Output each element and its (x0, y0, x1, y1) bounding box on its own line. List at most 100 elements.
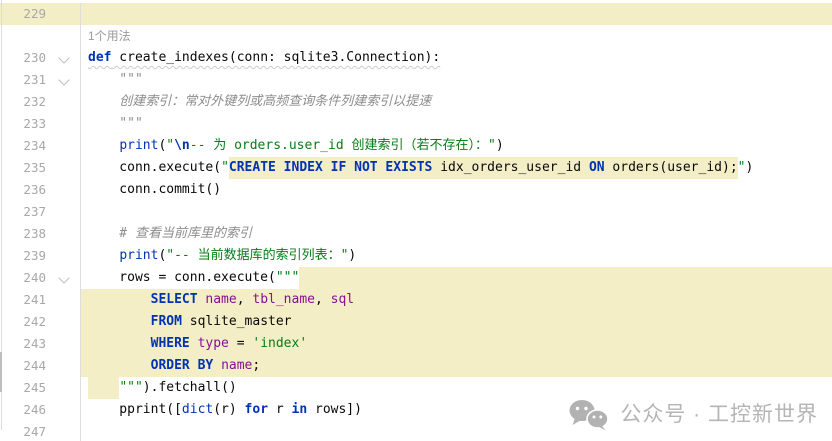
code-line: 239 print("-- 当前数据库的索引列表：") (0, 245, 832, 267)
code-line: 233 """ (0, 113, 832, 135)
code-token: ( (158, 135, 166, 157)
line-number[interactable]: 239 (0, 245, 46, 267)
code-line: 232 创建索引：常对外键列或高频查询条件列建索引以提速 (0, 91, 832, 113)
line-number[interactable]: 240 (0, 267, 46, 289)
code-content[interactable] (80, 201, 832, 223)
fold-column (46, 135, 80, 157)
code-token: SELECT (88, 289, 198, 311)
code-token: orders(user_id); (605, 157, 738, 179)
code-token: WHERE (88, 333, 190, 355)
line-number[interactable]: 235 (0, 157, 46, 179)
fold-chevron-icon[interactable] (58, 52, 69, 63)
code-token (213, 355, 221, 377)
code-token: """ (88, 113, 143, 135)
line-number[interactable]: 242 (0, 311, 46, 333)
code-token: ( (158, 245, 166, 267)
code-token: (r) (213, 399, 244, 421)
usages-inlay-hint[interactable]: 1个用法 (88, 25, 131, 47)
code-content[interactable]: conn.commit() (80, 179, 832, 201)
code-content[interactable]: print("\n-- 为 orders.user_id 创建索引（若不存在）：… (80, 135, 832, 157)
line-number[interactable]: 244 (0, 355, 46, 377)
fold-column[interactable] (46, 69, 80, 91)
code-line: 240 rows = conn.execute(""" (0, 267, 832, 289)
code-token: pprint([ (88, 399, 182, 421)
code-token: name (221, 355, 252, 377)
code-content[interactable]: """ (80, 69, 832, 91)
code-token: -- 为 orders.user_id 创建索引（若不存在）：" (190, 135, 496, 157)
code-line: 231 """ (0, 69, 832, 91)
code-token: FROM (88, 311, 182, 333)
code-content[interactable]: 1个用法 (80, 25, 832, 47)
code-content[interactable]: FROM sqlite_master (80, 311, 832, 333)
code-token: type (198, 333, 229, 355)
fold-column (46, 3, 80, 25)
line-number[interactable]: 229 (0, 3, 46, 25)
code-content[interactable]: WHERE type = 'index' (80, 333, 832, 355)
code-token: = (229, 333, 252, 355)
code-content[interactable]: print("-- 当前数据库的索引列表：") (80, 245, 832, 267)
code-line: 242 FROM sqlite_master (0, 311, 832, 333)
code-content[interactable]: conn.execute("CREATE INDEX IF NOT EXISTS… (80, 157, 832, 179)
code-token: sqlite_master (182, 311, 292, 333)
code-token: conn.commit() (88, 179, 221, 201)
code-content[interactable]: 创建索引：常对外键列或高频查询条件列建索引以提速 (80, 91, 832, 113)
code-editor: 229 1个用法 230 def create_indexes(conn: sqlit… (0, 0, 832, 441)
code-token: sql (331, 289, 354, 311)
code-token: tbl_name (252, 289, 315, 311)
code-token: ).fetchall() (143, 377, 237, 399)
line-number[interactable]: 234 (0, 135, 46, 157)
code-content[interactable]: # 查看当前库里的索引 (80, 223, 832, 245)
fold-chevron-icon[interactable] (58, 272, 69, 283)
code-line: 237 (0, 201, 832, 223)
code-token: ) (496, 135, 504, 157)
line-number[interactable]: 236 (0, 179, 46, 201)
fold-column (46, 377, 80, 399)
injected-sql-highlight (299, 267, 832, 289)
line-number[interactable]: 233 (0, 113, 46, 135)
code-token: " (221, 157, 229, 179)
code-token: , (315, 289, 331, 311)
code-token: ON (589, 157, 605, 179)
fold-column (46, 91, 80, 113)
code-content[interactable]: ORDER BY name; (80, 355, 832, 377)
line-number (0, 25, 46, 47)
fold-column (46, 289, 80, 311)
code-content[interactable]: rows = conn.execute(""" (80, 267, 832, 289)
line-number[interactable]: 238 (0, 223, 46, 245)
code-token (88, 135, 119, 157)
code-token: name (205, 289, 236, 311)
code-token: print (119, 135, 158, 157)
fold-column (46, 245, 80, 267)
code-token: "-- 当前数据库的索引列表：" (166, 245, 348, 267)
fold-column[interactable] (46, 47, 80, 69)
line-number[interactable]: 231 (0, 69, 46, 91)
code-token (88, 377, 119, 399)
code-line: 235 conn.execute("CREATE INDEX IF NOT EX… (0, 157, 832, 179)
code-token: " (738, 157, 746, 179)
code-content[interactable]: """ (80, 113, 832, 135)
fold-chevron-icon[interactable] (58, 74, 69, 85)
line-number[interactable]: 232 (0, 91, 46, 113)
code-token: create_indexes(conn: sqlite3.Connection)… (111, 50, 440, 65)
line-number[interactable]: 241 (0, 289, 46, 311)
fold-column[interactable] (46, 267, 80, 289)
code-content[interactable]: """).fetchall() (80, 377, 832, 399)
code-token: in (292, 399, 308, 421)
watermark-text: 公众号 · 工控新世界 (620, 404, 818, 426)
code-line: 230 def create_indexes(conn: sqlite3.Conn… (0, 47, 832, 69)
code-content[interactable]: def create_indexes(conn: sqlite3.Connect… (80, 47, 832, 69)
line-number[interactable]: 243 (0, 333, 46, 355)
code-line: 244 ORDER BY name; (0, 355, 832, 377)
code-content[interactable] (80, 3, 832, 25)
code-line: 243 WHERE type = 'index' (0, 333, 832, 355)
code-token: ) (348, 245, 356, 267)
code-line: 236 conn.commit() (0, 179, 832, 201)
code-rows: 229 1个用法 230 def create_indexes(conn: sqlit… (0, 3, 832, 441)
line-number[interactable]: 247 (0, 421, 46, 441)
line-number[interactable]: 246 (0, 399, 46, 421)
line-number[interactable]: 230 (0, 47, 46, 69)
line-number[interactable]: 237 (0, 201, 46, 223)
line-number[interactable]: 245 (0, 377, 46, 399)
code-content[interactable]: SELECT name, tbl_name, sql (80, 289, 832, 311)
fold-column (46, 421, 80, 441)
